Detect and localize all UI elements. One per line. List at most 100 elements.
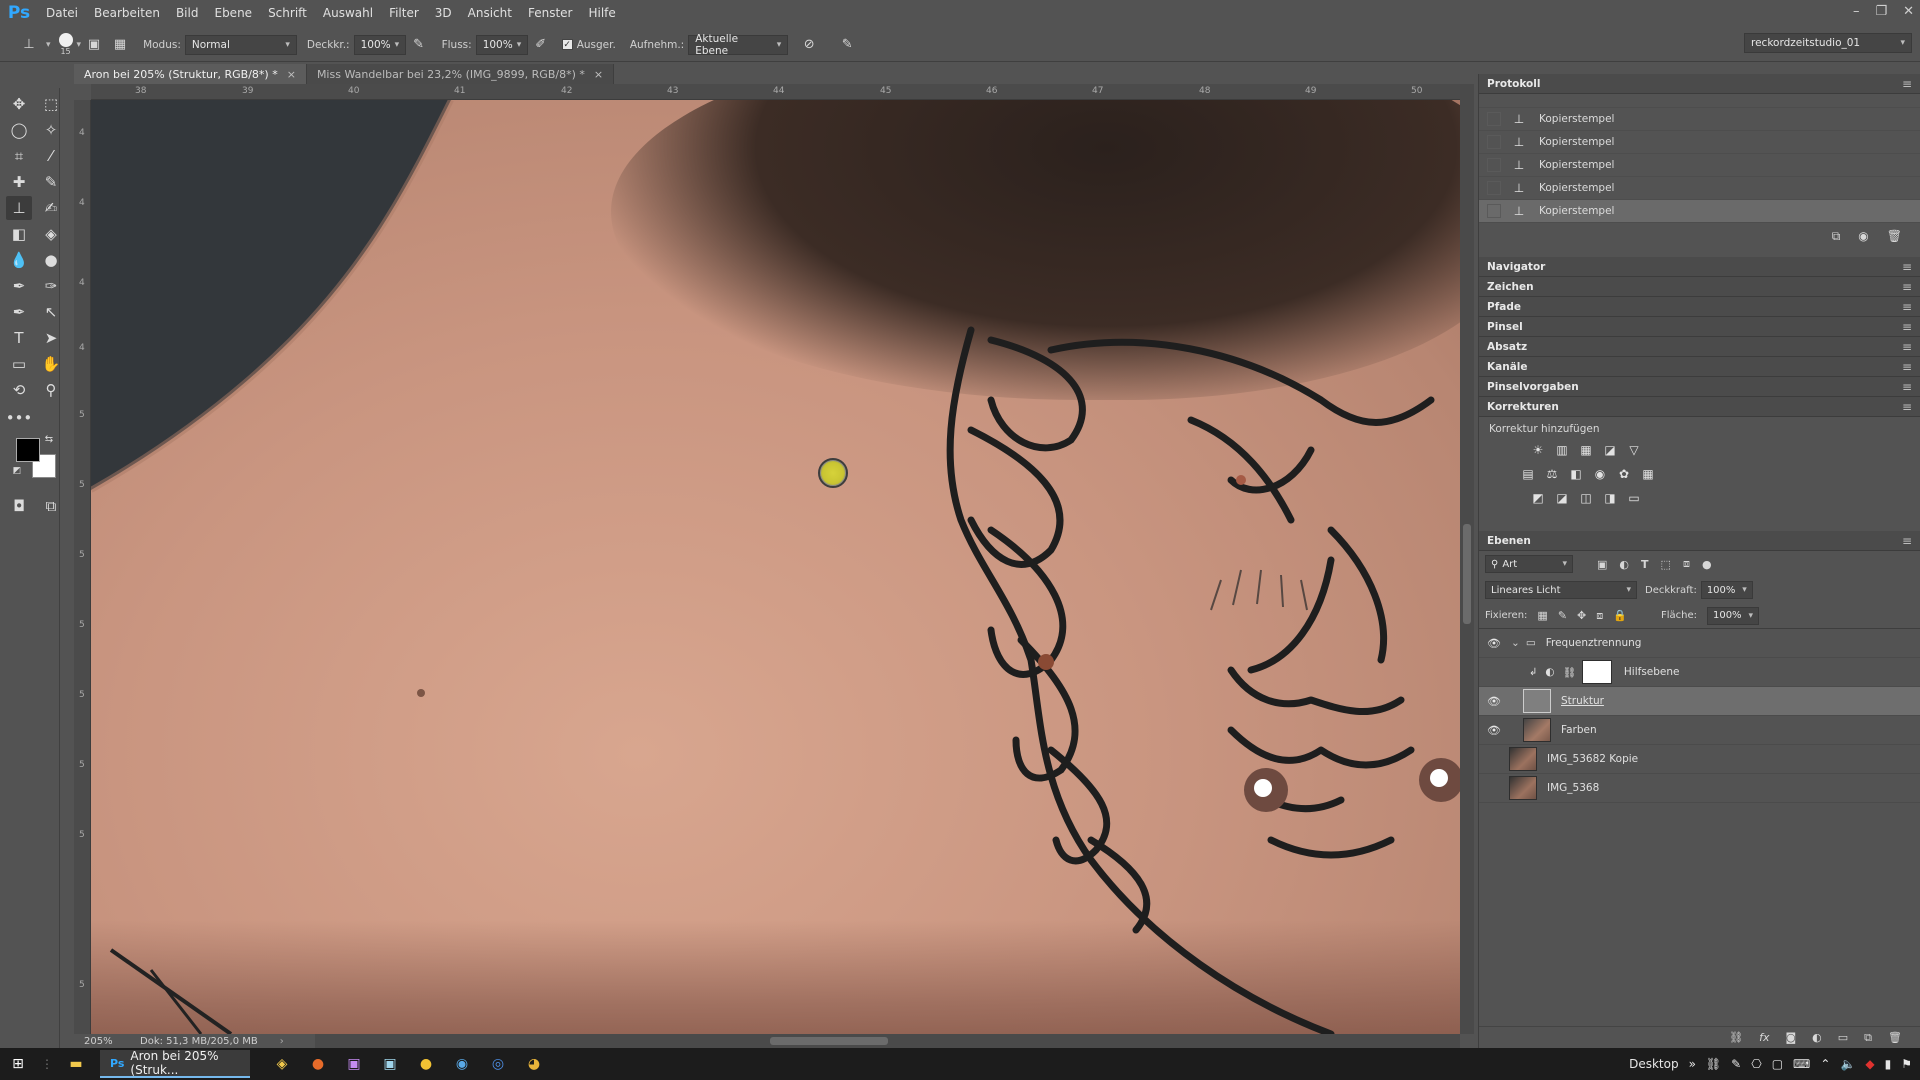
- app-gold-icon[interactable]: ●: [408, 1048, 444, 1080]
- panel-menu-icon[interactable]: ≡: [1902, 320, 1912, 334]
- layer-row-img-53682-kopie[interactable]: IMG_53682 Kopie: [1479, 745, 1920, 774]
- layer-row-frequenztrennung[interactable]: 👁 ⌄ ▭ Frequenztrennung: [1479, 629, 1920, 658]
- clone-stamp-icon[interactable]: ⊥: [18, 34, 40, 56]
- zoom-level[interactable]: 205%: [74, 1036, 124, 1047]
- desktop-toolbar-label[interactable]: Desktop: [1629, 1057, 1679, 1071]
- panel-menu-icon[interactable]: ≡: [1902, 280, 1912, 294]
- layer-mask-thumbnail[interactable]: [1581, 660, 1612, 684]
- scroll-thumb[interactable]: [1463, 524, 1471, 624]
- layers-panel-header[interactable]: Ebenen ≡: [1479, 531, 1920, 551]
- layer-name[interactable]: Farben: [1561, 724, 1597, 736]
- chevron-down-icon[interactable]: ⌄: [1511, 637, 1520, 649]
- new-layer-icon[interactable]: ⧉: [1864, 1031, 1872, 1045]
- history-snapshot-checkbox[interactable]: [1487, 158, 1501, 172]
- filter-shape-icon[interactable]: ⬚: [1661, 558, 1671, 571]
- deckkraft-input[interactable]: 100% ▾: [353, 34, 406, 55]
- filter-toggle-icon[interactable]: ●: [1702, 558, 1712, 571]
- close-icon[interactable]: ✕: [1903, 4, 1914, 19]
- horizontal-scrollbar[interactable]: [315, 1034, 1460, 1048]
- clone-source-icon[interactable]: ▦: [109, 34, 131, 56]
- posterize-icon[interactable]: ◪: [1553, 489, 1571, 507]
- kanaele-panel-header[interactable]: Kanäle ≡: [1479, 357, 1920, 377]
- photo-filter-icon[interactable]: ◉: [1591, 465, 1609, 483]
- rectangle-tool-icon[interactable]: ▭: [6, 352, 32, 376]
- selective-color-icon[interactable]: ◨: [1601, 489, 1619, 507]
- airbrush-icon[interactable]: ✐: [530, 34, 552, 56]
- lock-artboard-icon[interactable]: ⧈: [1596, 609, 1603, 623]
- trash-icon[interactable]: 🗑: [1887, 229, 1902, 243]
- layer-name[interactable]: Hilfsebene: [1624, 666, 1680, 678]
- brightness-icon[interactable]: ☀: [1529, 441, 1547, 459]
- chain-link-icon[interactable]: ⛓: [1563, 666, 1576, 679]
- menu-filter[interactable]: Filter: [381, 6, 427, 20]
- link-layers-icon[interactable]: ⛓: [1729, 1031, 1743, 1044]
- keyboard-icon[interactable]: ⌨: [1793, 1057, 1810, 1071]
- menu-bearbeiten[interactable]: Bearbeiten: [86, 6, 168, 20]
- eye-icon[interactable]: 👁: [1485, 637, 1503, 650]
- healing-brush-tool-icon[interactable]: ✚: [6, 170, 32, 194]
- panel-menu-icon[interactable]: ≡: [1902, 260, 1912, 274]
- tray-icon[interactable]: ▢: [1772, 1057, 1783, 1071]
- panel-menu-icon[interactable]: ≡: [1902, 300, 1912, 314]
- premiere-icon[interactable]: ▣: [336, 1048, 372, 1080]
- direct-selection-tool-icon[interactable]: ↖: [38, 300, 64, 324]
- tray-icon[interactable]: ⛓: [1706, 1057, 1721, 1071]
- filter-adjustment-icon[interactable]: ◐: [1619, 558, 1629, 571]
- fill-input[interactable]: 100% ▾: [1706, 606, 1759, 625]
- panel-menu-icon[interactable]: ≡: [1902, 77, 1912, 91]
- vertical-scrollbar[interactable]: [1460, 84, 1474, 1034]
- notification-icon[interactable]: ⚑: [1901, 1057, 1912, 1071]
- tray-icon[interactable]: ✎: [1731, 1057, 1741, 1071]
- lasso-tool-icon[interactable]: ◯: [6, 118, 32, 142]
- adobe-cc-icon[interactable]: ◆: [1865, 1057, 1874, 1071]
- path-selection-tool-icon[interactable]: ➤: [38, 326, 64, 350]
- menu-auswahl[interactable]: Auswahl: [315, 6, 381, 20]
- channel-mixer-icon[interactable]: ✿: [1615, 465, 1633, 483]
- tab-miss-wandelbar[interactable]: Miss Wandelbar bei 23,2% (IMG_9899, RGB/…: [306, 64, 615, 84]
- tab-aron[interactable]: Aron bei 205% (Struktur, RGB/8*) * ×: [74, 64, 307, 84]
- freeform-pen-tool-icon[interactable]: ✑: [38, 274, 64, 298]
- brush-tool-icon[interactable]: ✎: [38, 170, 64, 194]
- layer-name[interactable]: Struktur: [1561, 695, 1604, 707]
- history-item[interactable]: ⊥ Kopierstempel: [1479, 108, 1920, 131]
- pen-tool-icon[interactable]: ✒: [6, 274, 32, 298]
- marquee-tool-icon[interactable]: ⬚: [38, 92, 64, 116]
- menu-datei[interactable]: Datei: [38, 6, 86, 20]
- curvature-pen-tool-icon[interactable]: ✒: [6, 300, 32, 324]
- layer-name[interactable]: Frequenztrennung: [1546, 637, 1642, 649]
- filter-type-icon[interactable]: T: [1641, 558, 1649, 571]
- levels-icon[interactable]: ▥: [1553, 441, 1571, 459]
- history-snapshot-checkbox[interactable]: [1487, 135, 1501, 149]
- ignore-adjustment-icon[interactable]: ⊘: [798, 34, 820, 56]
- menu-ansicht[interactable]: Ansicht: [460, 6, 520, 20]
- layer-row-farben[interactable]: 👁 Farben: [1479, 716, 1920, 745]
- foreground-color-swatch[interactable]: [16, 438, 40, 462]
- menu-fenster[interactable]: Fenster: [520, 6, 581, 20]
- volume-icon[interactable]: 🔈: [1840, 1057, 1855, 1071]
- chevron-right-icon[interactable]: ›: [280, 1036, 284, 1047]
- quick-selection-tool-icon[interactable]: ✧: [38, 118, 64, 142]
- tray-icon[interactable]: ⎔: [1751, 1057, 1761, 1071]
- layer-row-img-5368[interactable]: IMG_5368: [1479, 774, 1920, 803]
- default-colors-icon[interactable]: ◩: [10, 464, 24, 478]
- blend-mode-select[interactable]: Lineares Licht ▾: [1485, 581, 1637, 599]
- filter-smart-object-icon[interactable]: ⧈: [1683, 557, 1690, 571]
- layer-name[interactable]: IMG_5368: [1547, 782, 1599, 794]
- zoom-tool-icon[interactable]: ⚲: [38, 378, 64, 402]
- color-balance-icon[interactable]: ⚖: [1543, 465, 1561, 483]
- trash-icon[interactable]: 🗑: [1888, 1031, 1902, 1044]
- windows-start-icon[interactable]: ⊞: [0, 1048, 36, 1080]
- panel-menu-icon[interactable]: ≡: [1902, 534, 1912, 548]
- threshold-icon[interactable]: ◫: [1577, 489, 1595, 507]
- app-settings-icon[interactable]: ◎: [480, 1048, 516, 1080]
- quick-mask-icon[interactable]: ◘: [6, 494, 32, 518]
- close-icon[interactable]: ×: [594, 68, 603, 81]
- file-explorer-icon[interactable]: ▬: [58, 1048, 94, 1080]
- paint-bucket-tool-icon[interactable]: ◈: [38, 222, 64, 246]
- history-snapshot-checkbox[interactable]: [1487, 204, 1501, 218]
- screen-mode-icon[interactable]: ⧉: [38, 494, 64, 518]
- eyedropper-tool-icon[interactable]: ⁄: [38, 144, 64, 168]
- restore-icon[interactable]: ❐: [1875, 4, 1887, 19]
- firefox-icon[interactable]: ●: [300, 1048, 336, 1080]
- close-icon[interactable]: ×: [287, 68, 296, 81]
